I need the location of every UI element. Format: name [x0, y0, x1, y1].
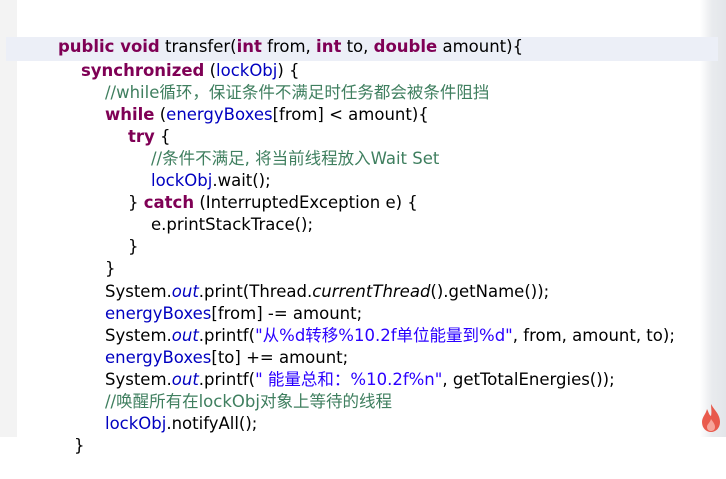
code-line-16[interactable]: System.out.printf(" 能量总和：%10.2f%n", getT… [84, 347, 615, 389]
field-token: lockObj [104, 414, 167, 433]
code-line-9[interactable]: e.printStackTrace(); [130, 192, 313, 234]
code-line-4[interactable]: while (energyBoxes[from] < amount){ [84, 82, 429, 124]
code-token: } [127, 237, 139, 256]
code-line-7[interactable]: lockObj.wait(); [130, 148, 271, 190]
flame-logo-icon [700, 403, 722, 433]
code-token: .notifyAll(); [166, 414, 258, 433]
code-line-14[interactable]: System.out.printf("从%d转移%10.2f单位能量到%d", … [84, 303, 675, 345]
code-token: to, [341, 37, 374, 56]
code-token: , getTotalEnergies()); [442, 370, 615, 389]
code-line-11[interactable]: } [84, 236, 116, 278]
keyword-token: int [316, 37, 342, 56]
field-token: energyBoxes [166, 105, 273, 124]
code-line-19[interactable]: } [53, 413, 85, 455]
code-token: } [73, 436, 85, 455]
code-line-10[interactable]: } [107, 214, 139, 256]
code-token: , from, amount, to); [512, 326, 675, 345]
code-token: amount){ [437, 37, 524, 56]
code-line-13[interactable]: energyBoxes[from] -= amount; [84, 281, 362, 323]
code-token: ().getName()); [430, 282, 550, 301]
code-line-2[interactable]: synchronized (lockObj) { [60, 38, 300, 80]
code-line-5[interactable]: try { [107, 104, 171, 146]
code-line-12[interactable]: System.out.print(Thread.currentThread().… [84, 259, 549, 301]
code-line-17[interactable]: //唤醒所有在lockObj对象上等待的线程 [84, 369, 392, 411]
code-line-3[interactable]: //while循环，保证条件不满足时任务都会被条件阻挡 [84, 60, 489, 102]
code-line-18[interactable]: lockObj.notifyAll(); [84, 391, 257, 433]
code-line-1[interactable]: public void transfer(int from, int to, d… [37, 14, 523, 56]
code-editor[interactable]: public void transfer(int from, int to, d… [0, 0, 726, 455]
code-line-15[interactable]: energyBoxes[to] += amount; [84, 325, 348, 367]
code-line-6[interactable]: //条件不满足, 将当前线程放入Wait Set [130, 126, 439, 168]
editor-ruler [0, 0, 17, 437]
keyword-token: double [373, 37, 438, 56]
code-token: e.printStackTrace(); [150, 215, 314, 234]
code-line-8[interactable]: } catch (InterruptedException e) { [107, 170, 418, 212]
code-token: [from] < amount){ [272, 105, 429, 124]
